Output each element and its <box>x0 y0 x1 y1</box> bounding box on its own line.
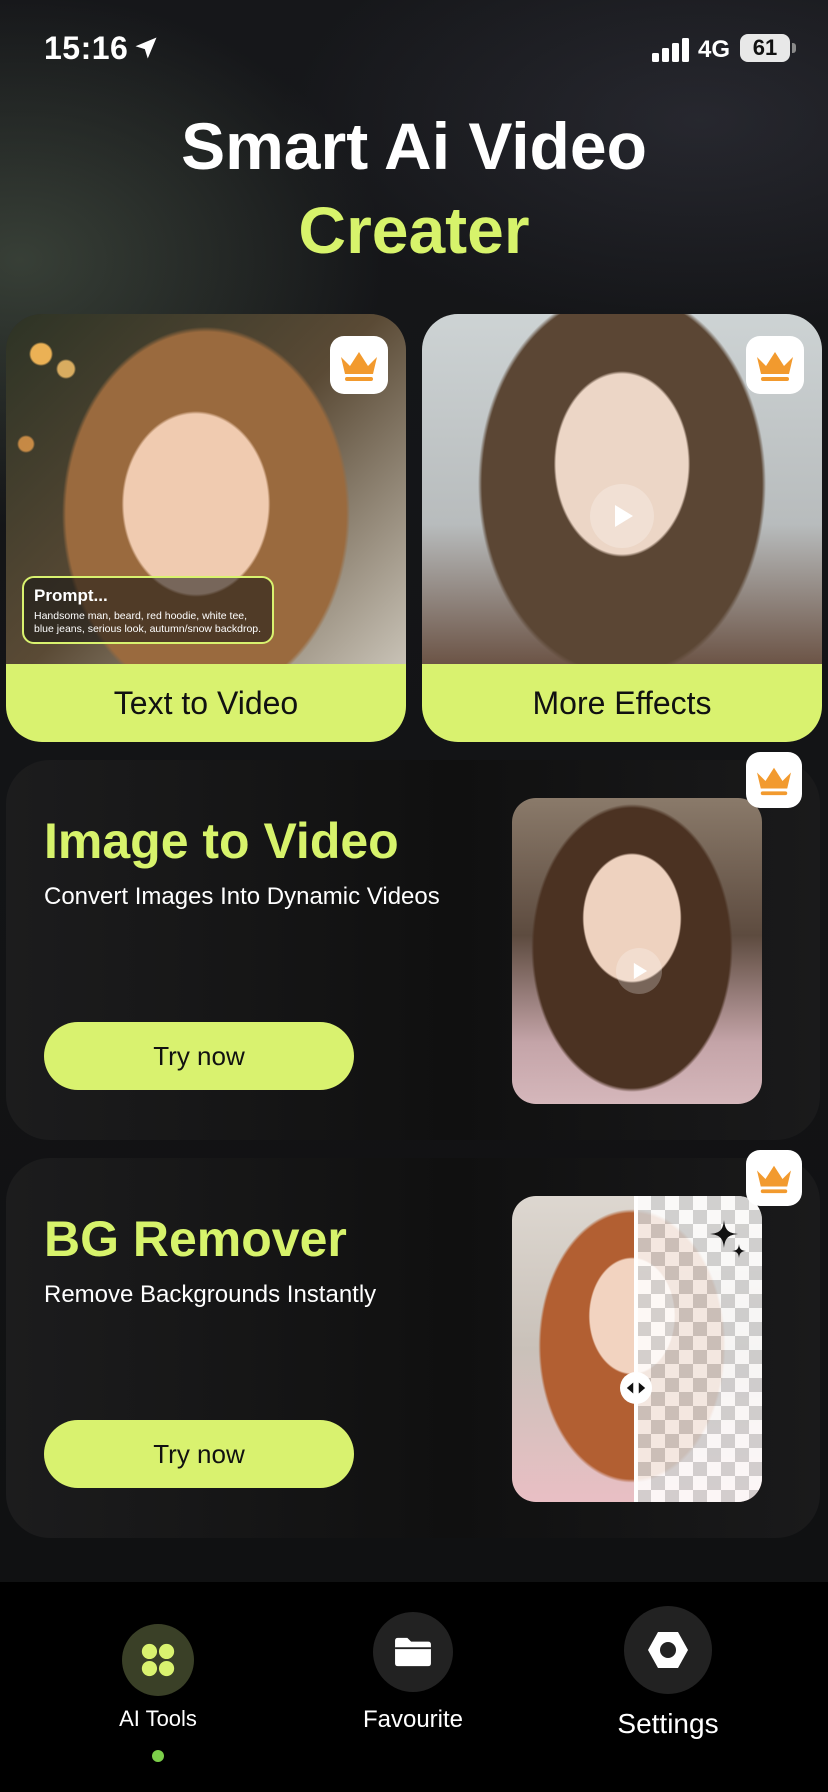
text-to-video-label: Text to Video <box>6 664 406 742</box>
bg-remover-card[interactable]: BG Remover Remove Backgrounds Instantly … <box>6 1150 820 1538</box>
bg-remover-try-button[interactable]: Try now <box>44 1420 354 1488</box>
premium-badge <box>330 336 388 394</box>
play-button[interactable] <box>590 484 654 548</box>
battery-cap <box>792 43 796 53</box>
premium-badge <box>746 1150 802 1206</box>
nav-label-favourite: Favourite <box>362 1706 464 1733</box>
folder-icon <box>395 1637 431 1667</box>
more-effects-card[interactable]: More Effects <box>422 314 822 742</box>
battery-icon: 61 <box>740 34 790 62</box>
page-title-line2: Creater <box>298 193 530 267</box>
status-time: 15:16 <box>44 30 129 66</box>
play-button[interactable] <box>616 948 662 994</box>
more-effects-label: More Effects <box>422 664 822 742</box>
status-bar: 15:16 4G 61 <box>0 0 828 100</box>
prompt-box: Prompt... Handsome man, beard, red hoodi… <box>22 576 274 644</box>
bottom-navigation: AI Tools Favourite Settings <box>0 1582 828 1792</box>
bg-remover-preview-image <box>512 1196 762 1502</box>
hexagon-gear-icon <box>648 1632 688 1668</box>
text-to-video-card[interactable]: Prompt... Handsome man, beard, red hoodi… <box>6 314 406 742</box>
page-title-line1: Smart Ai Video <box>181 109 647 183</box>
compare-split-line <box>634 1196 638 1502</box>
network-type: 4G <box>698 36 731 63</box>
bg-remover-subtitle: Remove Backgrounds Instantly <box>44 1281 377 1308</box>
prompt-text: Handsome man, beard, red hoodie, white t… <box>34 610 262 635</box>
premium-badge <box>746 336 804 394</box>
play-icon <box>615 505 633 527</box>
sparkle-icon <box>710 1220 746 1258</box>
prompt-title: Prompt... <box>34 586 108 605</box>
settings-icon-bg <box>624 1606 712 1694</box>
bg-remover-title: BG Remover <box>44 1211 347 1267</box>
image-to-video-try-button[interactable]: Try now <box>44 1022 354 1090</box>
nav-label-settings: Settings <box>617 1708 719 1739</box>
ai-tools-icon-bg <box>122 1624 194 1696</box>
left-right-arrows-icon <box>626 1382 646 1394</box>
crown-icon <box>757 767 791 796</box>
location-arrow-icon <box>135 37 157 59</box>
crown-icon <box>757 1165 791 1194</box>
compare-slider-handle[interactable] <box>620 1372 652 1404</box>
nav-label-ai-tools: AI Tools <box>119 1706 197 1731</box>
premium-badge <box>746 752 802 808</box>
active-indicator-dot <box>152 1750 164 1762</box>
favourite-icon-bg <box>373 1612 453 1692</box>
image-to-video-card[interactable]: Image to Video Convert Images Into Dynam… <box>6 752 820 1140</box>
image-to-video-subtitle: Convert Images Into Dynamic Videos <box>44 883 440 910</box>
play-icon <box>633 962 648 980</box>
image-to-video-preview-image <box>512 798 762 1104</box>
grid-dots-icon <box>141 1643 175 1677</box>
image-to-video-title: Image to Video <box>44 813 399 869</box>
signal-bars-icon <box>652 38 689 62</box>
crown-icon <box>757 352 793 381</box>
crown-icon <box>341 352 377 381</box>
